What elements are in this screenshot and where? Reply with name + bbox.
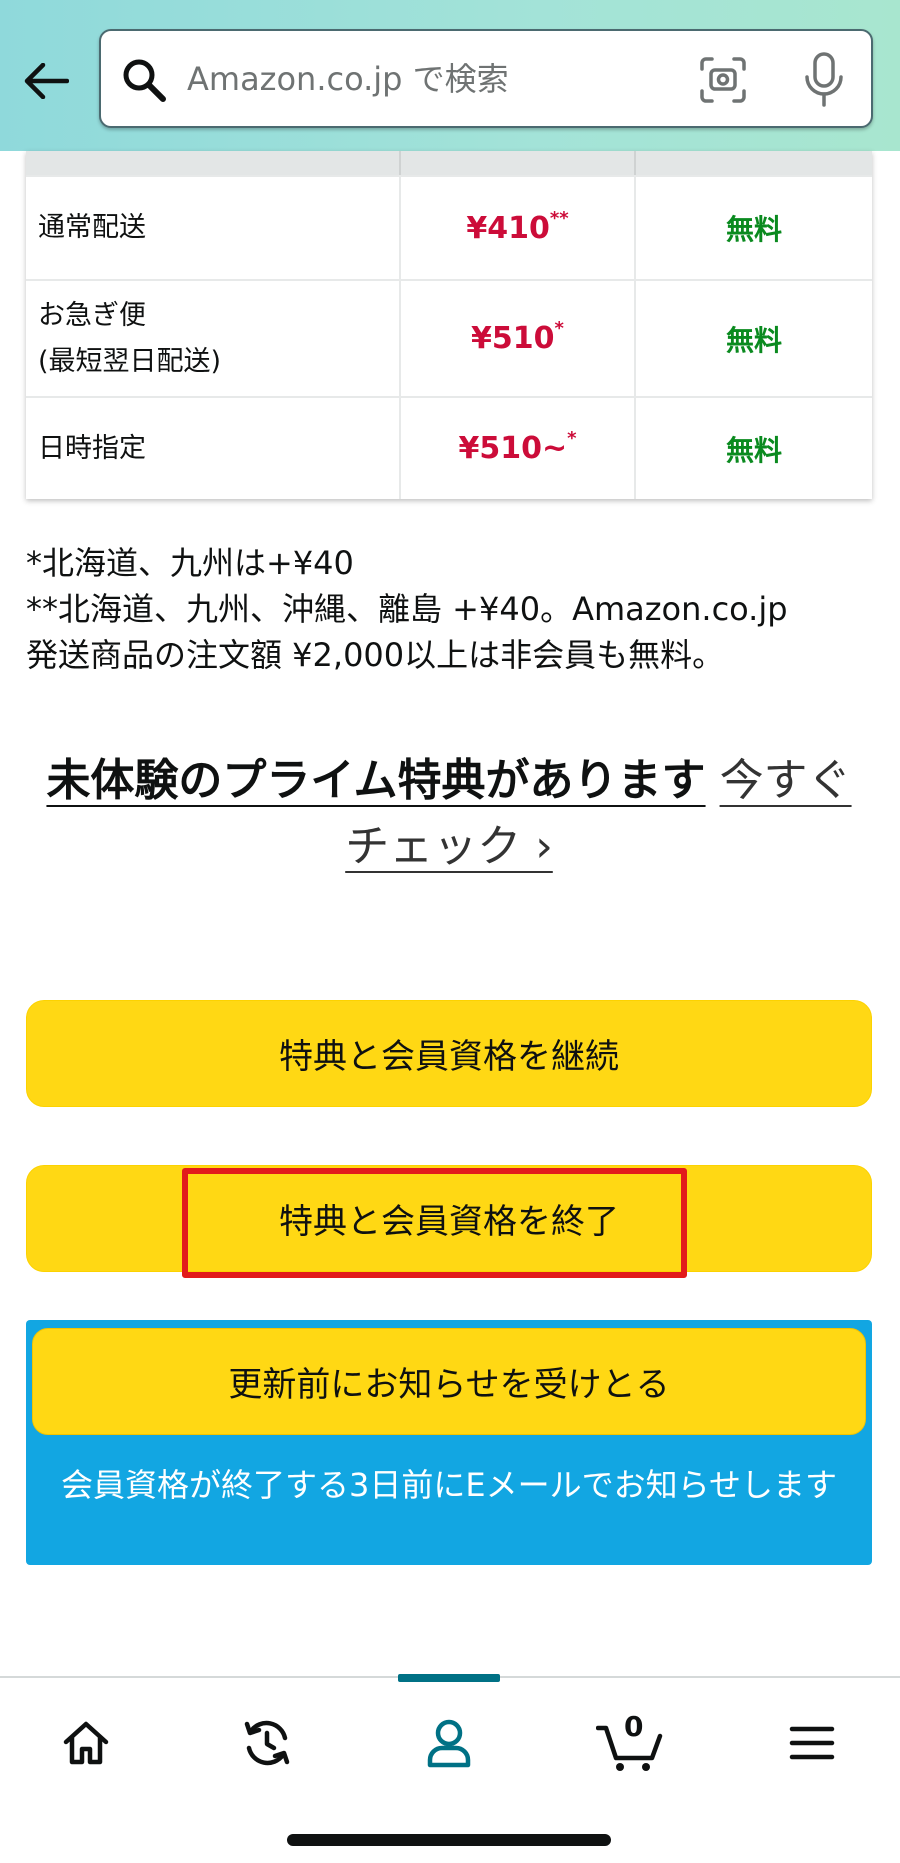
back-arrow-icon [24,63,69,99]
continue-membership-button[interactable]: 特典と会員資格を継続 [26,1000,872,1107]
prime-promo-headline[interactable]: 未体験のプライム特典があります [46,755,705,806]
reminder-description: 会員資格が終了する3日前にEメールでお知らせします [61,1466,837,1504]
member-price: 無料 [634,281,872,396]
prime-benefits-link[interactable]: 未体験のプライム特典があります 今すぐチェック › [26,748,872,880]
note-line: 発送商品の注文額 ¥2,000以上は非会員も無料。 [26,636,725,674]
account-icon [427,1719,471,1768]
home-indicator-bar [287,1834,611,1846]
camera-scan-icon[interactable] [698,55,748,105]
nav-cart[interactable]: 0 [590,1708,670,1778]
shipping-notes: *北海道、九州は+¥40 **北海道、九州、沖縄、離島 +¥40。Amazon.… [26,540,876,678]
renewal-reminder-button[interactable]: 更新前にお知らせを受けとる [32,1328,866,1435]
search-icon [123,59,166,102]
renewal-reminder-panel: 更新前にお知らせを受けとる 会員資格が終了する3日前にEメールでお知らせします [26,1320,872,1565]
non-member-price: ¥510 * [399,281,634,396]
active-tab-indicator [398,1674,500,1682]
back-button[interactable] [18,56,74,106]
table-header-strip [26,151,872,175]
member-price: 無料 [634,398,872,499]
cart-count-badge: 0 [624,1710,644,1743]
top-header [0,0,900,151]
shipping-method-line2: (最短翌日配送) [38,345,222,377]
shipping-method-line1: お急ぎ便 [38,299,146,331]
table-row-express: お急ぎ便 (最短翌日配送) ¥510 * 無料 [26,279,872,396]
home-icon [63,1721,109,1765]
shipping-method-label: 日時指定 [38,432,146,464]
table-row-standard: 通常配送 ¥410 ** 無料 [26,175,872,279]
shipping-method-label: お急ぎ便 (最短翌日配送) [26,281,399,396]
nav-account[interactable] [409,1708,489,1778]
search-bar[interactable] [99,29,873,128]
note-line: *北海道、九州は+¥40 [26,544,354,582]
search-input[interactable] [187,49,687,109]
shipping-method-label: 通常配送 [38,212,146,243]
non-member-price: ¥410 ** [399,177,634,279]
table-row-scheduled: 日時指定 ¥510~ * 無料 [26,396,872,499]
note-line: **北海道、九州、沖縄、離島 +¥40。Amazon.co.jp [26,590,788,628]
microphone-icon[interactable] [801,51,847,109]
end-membership-button[interactable]: 特典と会員資格を終了 [26,1165,872,1272]
nav-home[interactable] [46,1708,126,1778]
history-icon [244,1720,290,1766]
shipping-fee-table: 通常配送 ¥410 ** 無料 お急ぎ便 (最短翌日配送) ¥510 * 無料 日時… [26,151,872,499]
non-member-price: ¥510~ * [399,398,634,499]
member-price: 無料 [634,177,872,279]
nav-menu[interactable] [772,1708,852,1778]
menu-icon [789,1726,835,1760]
nav-history[interactable] [227,1708,307,1778]
